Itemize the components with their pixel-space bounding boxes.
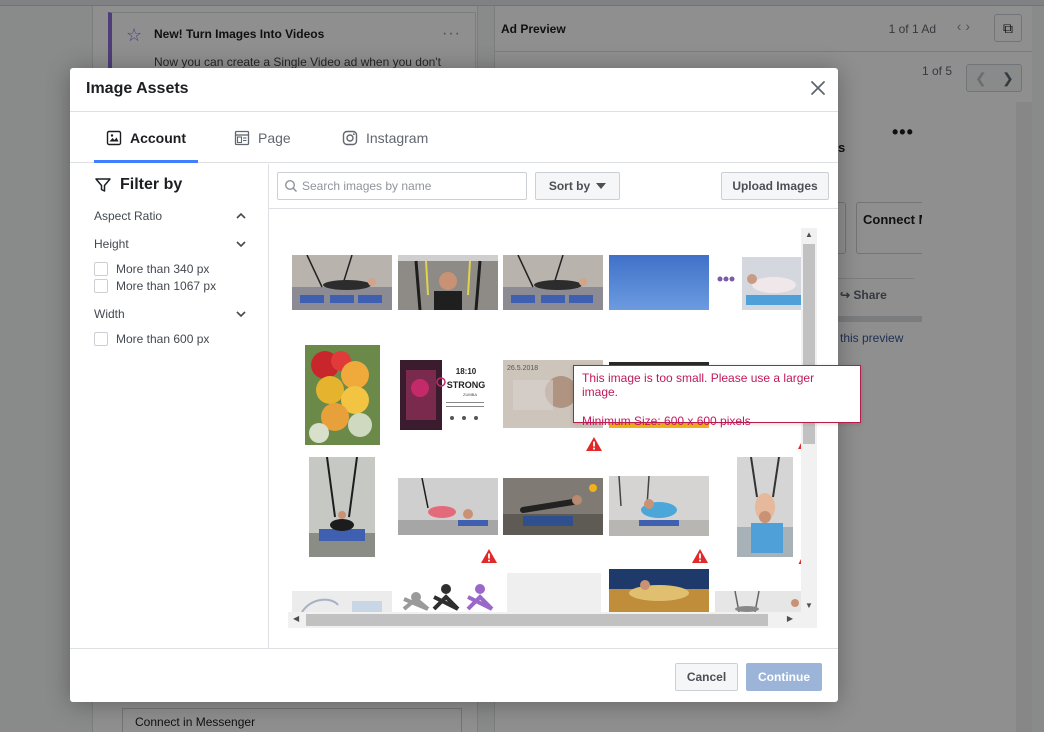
chevron-down-icon[interactable] (236, 310, 246, 318)
filter-option-label: More than 1067 px (116, 279, 217, 293)
close-button[interactable] (808, 78, 828, 98)
scroll-right-icon[interactable]: ▶ (787, 614, 793, 623)
image-thumbnail[interactable] (398, 478, 498, 535)
image-thumbnail[interactable] (503, 255, 603, 310)
checkbox[interactable] (94, 279, 108, 293)
poster-date: 26.5.2018 (507, 365, 538, 372)
tab-instagram-label: Instagram (366, 130, 429, 146)
chevron-down-icon[interactable] (236, 240, 246, 248)
tab-instagram[interactable]: Instagram (342, 113, 428, 163)
tab-page[interactable]: Page (234, 113, 291, 163)
warning-icon[interactable] (585, 436, 603, 452)
image-grid: 18:10 STRONG ZUMBA 26.5.2018 (288, 228, 820, 628)
scroll-down-icon[interactable]: ▼ (805, 601, 813, 610)
image-thumbnail[interactable] (609, 476, 709, 536)
image-thumbnail[interactable] (737, 457, 793, 557)
filter-section-width[interactable]: Width (94, 307, 246, 321)
filter-option-label: More than 340 px (116, 262, 210, 276)
image-thumbnail[interactable]: 18:10 STRONG ZUMBA (400, 360, 490, 430)
tab-account-label: Account (130, 130, 186, 146)
search-icon (284, 179, 298, 193)
poster-brand: STRONG (447, 380, 486, 390)
checkbox[interactable] (94, 332, 108, 346)
image-thumbnail[interactable] (309, 457, 375, 557)
filter-icon (95, 178, 111, 192)
sort-by-label: Sort by (548, 179, 591, 193)
image-thumbnail[interactable] (398, 255, 498, 310)
image-thumbnail[interactable] (714, 255, 804, 310)
scroll-up-icon[interactable]: ▲ (805, 230, 813, 239)
image-toolbar: Sort by Upload Images (269, 164, 838, 209)
tab-page-label: Page (258, 130, 291, 146)
scroll-left-icon[interactable]: ◀ (293, 614, 299, 623)
image-thumbnail[interactable] (609, 255, 709, 310)
image-thumbnail[interactable] (292, 591, 392, 612)
filter-section-height[interactable]: Height (94, 237, 246, 251)
scrollbar-thumb[interactable] (306, 614, 768, 626)
tooltip-min-size: Minimum Size: 600 x 600 pixels (582, 414, 751, 428)
image-thumbnail[interactable] (398, 583, 498, 612)
instagram-icon (342, 130, 358, 146)
filter-section-label: Height (94, 237, 129, 251)
image-size-tooltip: This image is too small. Please use a la… (573, 365, 861, 428)
image-thumbnail[interactable] (507, 573, 601, 612)
image-thumbnail[interactable] (305, 345, 380, 445)
caret-down-icon (596, 183, 607, 189)
modal-footer: Cancel Continue (70, 648, 838, 702)
image-icon (106, 130, 122, 146)
filter-option-height-1067[interactable]: More than 1067 px (94, 279, 216, 293)
filter-heading-label: Filter by (120, 176, 183, 193)
filter-option-height-340[interactable]: More than 340 px (94, 262, 209, 276)
filter-option-width-600[interactable]: More than 600 px (94, 332, 209, 346)
poster-sub: ZUMBA (463, 392, 477, 397)
image-thumbnail[interactable] (609, 569, 709, 612)
warning-icon[interactable] (480, 548, 498, 564)
poster-time: 18:10 (456, 367, 477, 376)
chevron-up-icon[interactable] (236, 212, 246, 220)
close-icon[interactable] (808, 78, 828, 98)
modal-title: Image Assets (86, 80, 189, 97)
filter-panel: Filter by Aspect Ratio Height More than … (70, 164, 269, 648)
page-icon (234, 130, 250, 146)
search-box[interactable] (277, 172, 527, 200)
grid-horizontal-scrollbar[interactable]: ◀ ▶ (288, 612, 817, 628)
continue-button[interactable]: Continue (746, 663, 822, 691)
tab-account[interactable]: Account (106, 113, 186, 163)
modal-header: Image Assets (70, 68, 838, 112)
image-thumbnail[interactable] (292, 255, 392, 310)
cancel-button[interactable]: Cancel (675, 663, 738, 691)
filter-section-label: Width (94, 307, 125, 321)
checkbox[interactable] (94, 262, 108, 276)
filter-section-aspect-ratio[interactable]: Aspect Ratio (94, 209, 246, 223)
image-thumbnail[interactable] (503, 478, 603, 535)
image-thumbnail[interactable] (715, 591, 805, 612)
filter-heading: Filter by (94, 176, 182, 194)
search-input[interactable] (302, 173, 522, 199)
filter-option-label: More than 600 px (116, 332, 210, 346)
active-tab-indicator (94, 160, 198, 163)
tooltip-message: This image is too small. Please use a la… (582, 371, 815, 399)
upload-images-button[interactable]: Upload Images (721, 172, 829, 200)
tab-bar: Account Page Instagram (70, 113, 838, 163)
sort-by-button[interactable]: Sort by (535, 172, 620, 200)
warning-icon[interactable] (691, 548, 709, 564)
filter-section-label: Aspect Ratio (94, 209, 163, 223)
